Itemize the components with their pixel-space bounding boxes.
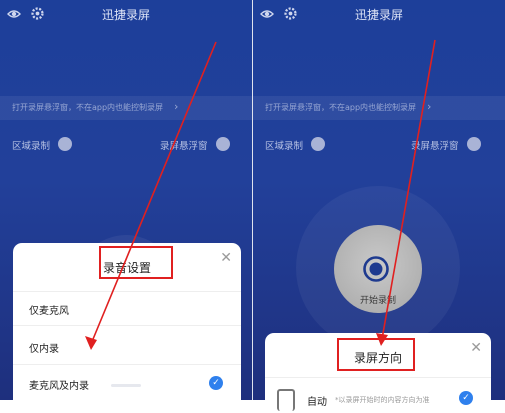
annotation-arrows <box>85 39 436 350</box>
annotation-arrowhead-left <box>85 336 97 350</box>
annotation-arrow-left <box>90 41 217 345</box>
annotation-arrow-right <box>381 39 436 340</box>
annotation-arrowhead-right <box>376 333 388 346</box>
